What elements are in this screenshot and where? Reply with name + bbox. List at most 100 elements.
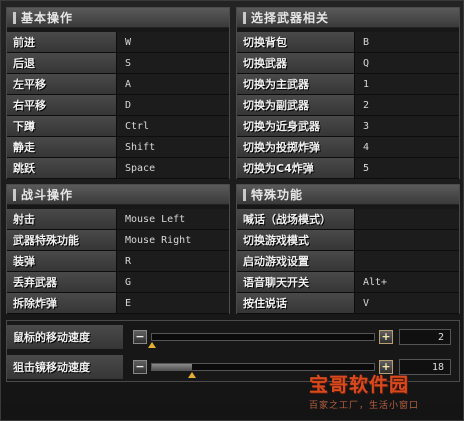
keybind-row: 切换为投掷炸弹 4 bbox=[237, 137, 459, 158]
keybind-key-field[interactable]: D bbox=[117, 95, 229, 115]
keybind-row: 启动游戏设置 bbox=[237, 251, 459, 272]
decrease-button[interactable]: − bbox=[133, 360, 147, 374]
keybind-action-label: 静走 bbox=[7, 137, 117, 157]
keybind-action-label: 左平移 bbox=[7, 74, 117, 94]
panel-title: 特殊功能 bbox=[251, 188, 304, 202]
panel-header: 选择武器相关 bbox=[237, 8, 459, 28]
keybind-row: 语音聊天开关 Alt+ bbox=[237, 272, 459, 293]
keybind-action-label: 右平移 bbox=[7, 95, 117, 115]
row-list: 前进 W 后退 S 左平移 A 右平移 D 下蹲 Ctrl 静走 Shift 跳跃 Space bbox=[7, 28, 229, 179]
row-list: 切换背包 B 切换武器 Q 切换为主武器 1 切换为副武器 2 切换为近身武器 3 切换为投掷炸弹 4… bbox=[237, 28, 459, 179]
keybind-action-label: 前进 bbox=[7, 32, 117, 52]
keybind-action-label: 喊话（战场模式） bbox=[237, 209, 355, 229]
keybind-action-label: 切换武器 bbox=[237, 53, 355, 73]
header-marker-icon bbox=[13, 188, 16, 201]
keybind-action-label: 语音聊天开关 bbox=[237, 272, 355, 292]
increase-button[interactable]: + bbox=[379, 330, 393, 344]
keybind-row: 下蹲 Ctrl bbox=[7, 116, 229, 137]
panel-special-functions: 特殊功能 喊话（战场模式） 切换游戏模式 启动游戏设置 语音聊天开关 Alt+ 按住说话 V bbox=[236, 184, 460, 314]
keybind-key-field[interactable]: W bbox=[117, 32, 229, 52]
slider-thumb-icon[interactable] bbox=[188, 372, 197, 378]
panel-weapon-selection: 选择武器相关 切换背包 B 切换武器 Q 切换为主武器 1 切换为副武器 2 切换为近身武器 3 切… bbox=[236, 7, 460, 179]
keybind-key-field[interactable]: S bbox=[117, 53, 229, 73]
keybind-action-label: 按住说话 bbox=[237, 293, 355, 313]
keybind-row: 丢弃武器 G bbox=[7, 272, 229, 293]
keybind-row: 前进 W bbox=[7, 32, 229, 53]
keybind-row: 切换为副武器 2 bbox=[237, 95, 459, 116]
decrease-button[interactable]: − bbox=[133, 330, 147, 344]
keybind-action-label: 武器特殊功能 bbox=[7, 230, 117, 250]
keybind-row: 射击 Mouse Left bbox=[7, 209, 229, 230]
panel-header: 基本操作 bbox=[7, 8, 229, 28]
row-list: 喊话（战场模式） 切换游戏模式 启动游戏设置 语音聊天开关 Alt+ 按住说话 V bbox=[237, 205, 459, 314]
keybind-action-label: 切换为C4炸弹 bbox=[237, 158, 355, 178]
slider-row-mouse: 鼠标的移动速度 − + 2 bbox=[7, 325, 459, 349]
panel-title: 基本操作 bbox=[21, 11, 74, 25]
watermark-title: 宝哥软件园 bbox=[309, 374, 410, 396]
panel-header: 特殊功能 bbox=[237, 185, 459, 205]
keybind-row: 切换为C4炸弹 5 bbox=[237, 158, 459, 179]
header-marker-icon bbox=[243, 188, 246, 201]
keybind-key-field[interactable] bbox=[355, 251, 459, 271]
keybind-key-field[interactable]: A bbox=[117, 74, 229, 94]
keybind-row: 右平移 D bbox=[7, 95, 229, 116]
mouse-speed-value[interactable]: 2 bbox=[399, 329, 451, 345]
keybind-action-label: 丢弃武器 bbox=[7, 272, 117, 292]
keybind-key-field[interactable]: 2 bbox=[355, 95, 459, 115]
panel-basic-operations: 基本操作 前进 W 后退 S 左平移 A 右平移 D 下蹲 Ctrl 静走 Shift 跳跃 Space bbox=[6, 7, 230, 179]
row-list: 射击 Mouse Left 武器特殊功能 Mouse Right 装弹 R 丢弃武器 G 拆除炸… bbox=[7, 205, 229, 314]
keybind-key-field[interactable]: Q bbox=[355, 53, 459, 73]
keybind-action-label: 切换为投掷炸弹 bbox=[237, 137, 355, 157]
keybind-row: 切换为近身武器 3 bbox=[237, 116, 459, 137]
keybind-row: 切换为主武器 1 bbox=[237, 74, 459, 95]
keybind-action-label: 切换游戏模式 bbox=[237, 230, 355, 250]
keybind-action-label: 拆除炸弹 bbox=[7, 293, 117, 313]
keybind-row: 拆除炸弹 E bbox=[7, 293, 229, 314]
keybind-row: 切换武器 Q bbox=[237, 53, 459, 74]
keybind-action-label: 启动游戏设置 bbox=[237, 251, 355, 271]
keybind-key-field[interactable]: Shift bbox=[117, 137, 229, 157]
keybinding-window: 基本操作 前进 W 后退 S 左平移 A 右平移 D 下蹲 Ctrl 静走 Shift 跳跃 Space … bbox=[0, 0, 464, 421]
keybind-key-field[interactable]: 5 bbox=[355, 158, 459, 178]
keybind-action-label: 射击 bbox=[7, 209, 117, 229]
keybind-key-field[interactable]: V bbox=[355, 293, 459, 313]
keybind-key-field[interactable]: E bbox=[117, 293, 229, 313]
keybind-key-field[interactable]: B bbox=[355, 32, 459, 52]
keybind-action-label: 切换背包 bbox=[237, 32, 355, 52]
mouse-speed-slider[interactable] bbox=[148, 333, 375, 348]
keybind-key-field[interactable]: Ctrl bbox=[117, 116, 229, 136]
keybind-action-label: 切换为主武器 bbox=[237, 74, 355, 94]
slider-fill bbox=[152, 364, 193, 370]
keybind-key-field[interactable]: R bbox=[117, 251, 229, 271]
keybind-action-label: 后退 bbox=[7, 53, 117, 73]
keybind-row: 后退 S bbox=[7, 53, 229, 74]
header-marker-icon bbox=[243, 11, 246, 24]
keybind-key-field[interactable] bbox=[355, 230, 459, 250]
keybind-key-field[interactable] bbox=[355, 209, 459, 229]
keybind-key-field[interactable]: Space bbox=[117, 158, 229, 178]
keybind-key-field[interactable]: Mouse Left bbox=[117, 209, 229, 229]
keybind-key-field[interactable]: 3 bbox=[355, 116, 459, 136]
keybind-action-label: 切换为副武器 bbox=[237, 95, 355, 115]
keybind-row: 装弹 R bbox=[7, 251, 229, 272]
keybind-row: 切换背包 B bbox=[237, 32, 459, 53]
panel-title: 战斗操作 bbox=[21, 188, 74, 202]
keybind-row: 左平移 A bbox=[7, 74, 229, 95]
panel-combat-operations: 战斗操作 射击 Mouse Left 武器特殊功能 Mouse Right 装弹 R 丢弃武… bbox=[6, 184, 230, 314]
keybind-key-field[interactable]: 4 bbox=[355, 137, 459, 157]
panel-header: 战斗操作 bbox=[7, 185, 229, 205]
keybind-action-label: 切换为近身武器 bbox=[237, 116, 355, 136]
slider-label: 狙击镜移动速度 bbox=[7, 355, 123, 379]
slider-thumb-icon[interactable] bbox=[148, 342, 156, 348]
keybind-row: 按住说话 V bbox=[237, 293, 459, 314]
keybind-key-field[interactable]: Alt+ bbox=[355, 272, 459, 292]
keybind-row: 切换游戏模式 bbox=[237, 230, 459, 251]
keybind-key-field[interactable]: 1 bbox=[355, 74, 459, 94]
keybind-row: 武器特殊功能 Mouse Right bbox=[7, 230, 229, 251]
keybind-action-label: 装弹 bbox=[7, 251, 117, 271]
slider-label: 鼠标的移动速度 bbox=[7, 325, 123, 349]
keybind-key-field[interactable]: G bbox=[117, 272, 229, 292]
keybind-key-field[interactable]: Mouse Right bbox=[117, 230, 229, 250]
header-marker-icon bbox=[13, 11, 16, 24]
keybind-row: 跳跃 Space bbox=[7, 158, 229, 179]
